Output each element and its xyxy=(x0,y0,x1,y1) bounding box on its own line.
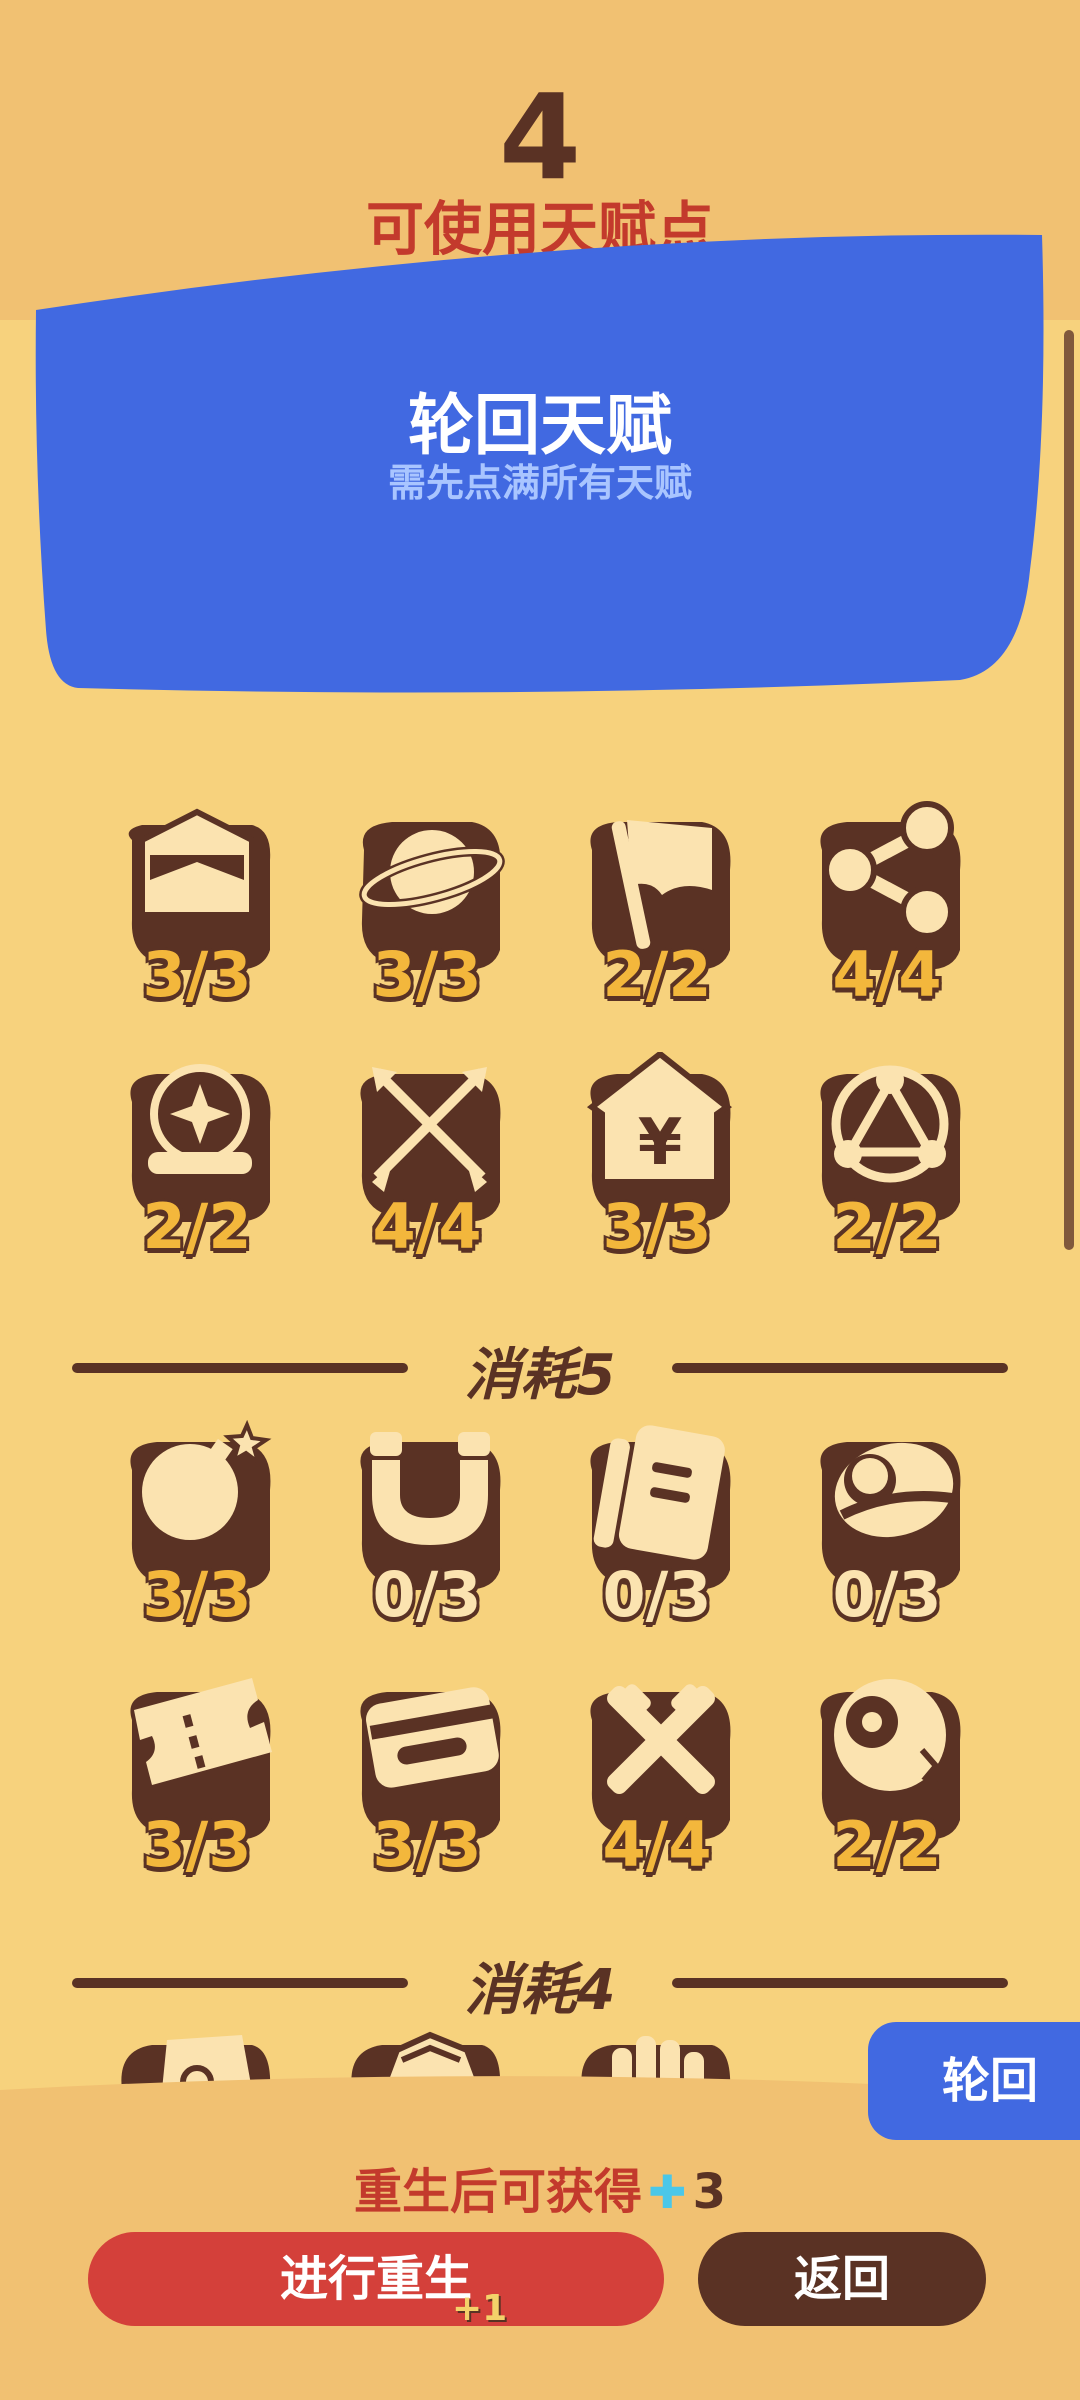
talent-count: 4/4 xyxy=(372,1190,482,1263)
talent-count: 3/3 xyxy=(142,1808,252,1881)
talent-count: 2/2 xyxy=(832,1808,942,1881)
talent-crystal-ball[interactable]: 2/2 xyxy=(112,1052,282,1272)
talent-crossed-swords[interactable]: 4/4 xyxy=(572,1670,742,1890)
talent-envelope[interactable]: 3/3 xyxy=(112,800,282,1020)
talent-crossed-arrows[interactable]: 4/4 xyxy=(342,1052,512,1272)
talent-triangle-nodes[interactable]: 2/2 xyxy=(802,1052,972,1272)
rebirth-reward-text: 重生后可获得 ✚ 3 xyxy=(0,2152,1080,2222)
rebirth-button[interactable]: 进行重生 xyxy=(88,2232,664,2326)
section-divider: 消耗5 xyxy=(0,1325,1080,1408)
talent-bomb[interactable]: 3/3 xyxy=(112,1420,282,1640)
talent-magnet[interactable]: 0/3 xyxy=(342,1420,512,1640)
talent-eyeball[interactable]: 2/2 xyxy=(802,1670,972,1890)
talent-notebook[interactable]: 0/3 xyxy=(572,1420,742,1640)
talent-count: 0/3 xyxy=(602,1558,712,1631)
scrollbar[interactable] xyxy=(1064,330,1074,1250)
svg-text:¥: ¥ xyxy=(638,1106,683,1180)
reward-value: 3 xyxy=(692,2164,726,2220)
talent-count: 3/3 xyxy=(372,1808,482,1881)
talent-count: 3/3 xyxy=(142,938,252,1011)
talent-count: 4/4 xyxy=(602,1808,712,1881)
talent-count: 2/2 xyxy=(832,1190,942,1263)
talent-card[interactable]: 3/3 xyxy=(342,1670,512,1890)
talent-count: 0/3 xyxy=(372,1558,482,1631)
divider-line-right xyxy=(672,1978,1008,1988)
talent-count: 4/4 xyxy=(832,938,942,1011)
talent-count: 3/3 xyxy=(142,1558,252,1631)
talent-meditation[interactable]: 0/3 xyxy=(802,1420,972,1640)
talent-share[interactable]: 4/4 xyxy=(802,800,972,1020)
talent-ticket[interactable]: 3/3 xyxy=(112,1670,282,1890)
talent-count: 2/2 xyxy=(142,1190,252,1263)
talent-count: 3/3 xyxy=(372,938,482,1011)
rebirth-side-tab[interactable]: 轮回 xyxy=(868,2022,1080,2140)
back-button[interactable]: 返回 xyxy=(698,2232,986,2326)
reward-label: 重生后可获得 xyxy=(354,2164,643,2220)
floating-gain-text: +1 xyxy=(452,2288,508,2329)
available-points-value: 4 xyxy=(498,68,582,206)
talent-yen-house[interactable]: ¥ 3/3 xyxy=(572,1052,742,1272)
banner-subtitle: 需先点满所有天赋 xyxy=(387,461,692,505)
section-divider: 消耗4 xyxy=(0,1940,1080,2023)
talent-flag[interactable]: 2/2 xyxy=(572,800,742,1020)
talent-count: 3/3 xyxy=(602,1190,712,1263)
divider-line-right xyxy=(672,1363,1008,1373)
talent-count: 2/2 xyxy=(602,938,712,1011)
talent-count: 0/3 xyxy=(832,1558,942,1631)
talent-planet[interactable]: 3/3 xyxy=(342,800,512,1020)
plus-icon: ✚ xyxy=(648,2165,687,2219)
